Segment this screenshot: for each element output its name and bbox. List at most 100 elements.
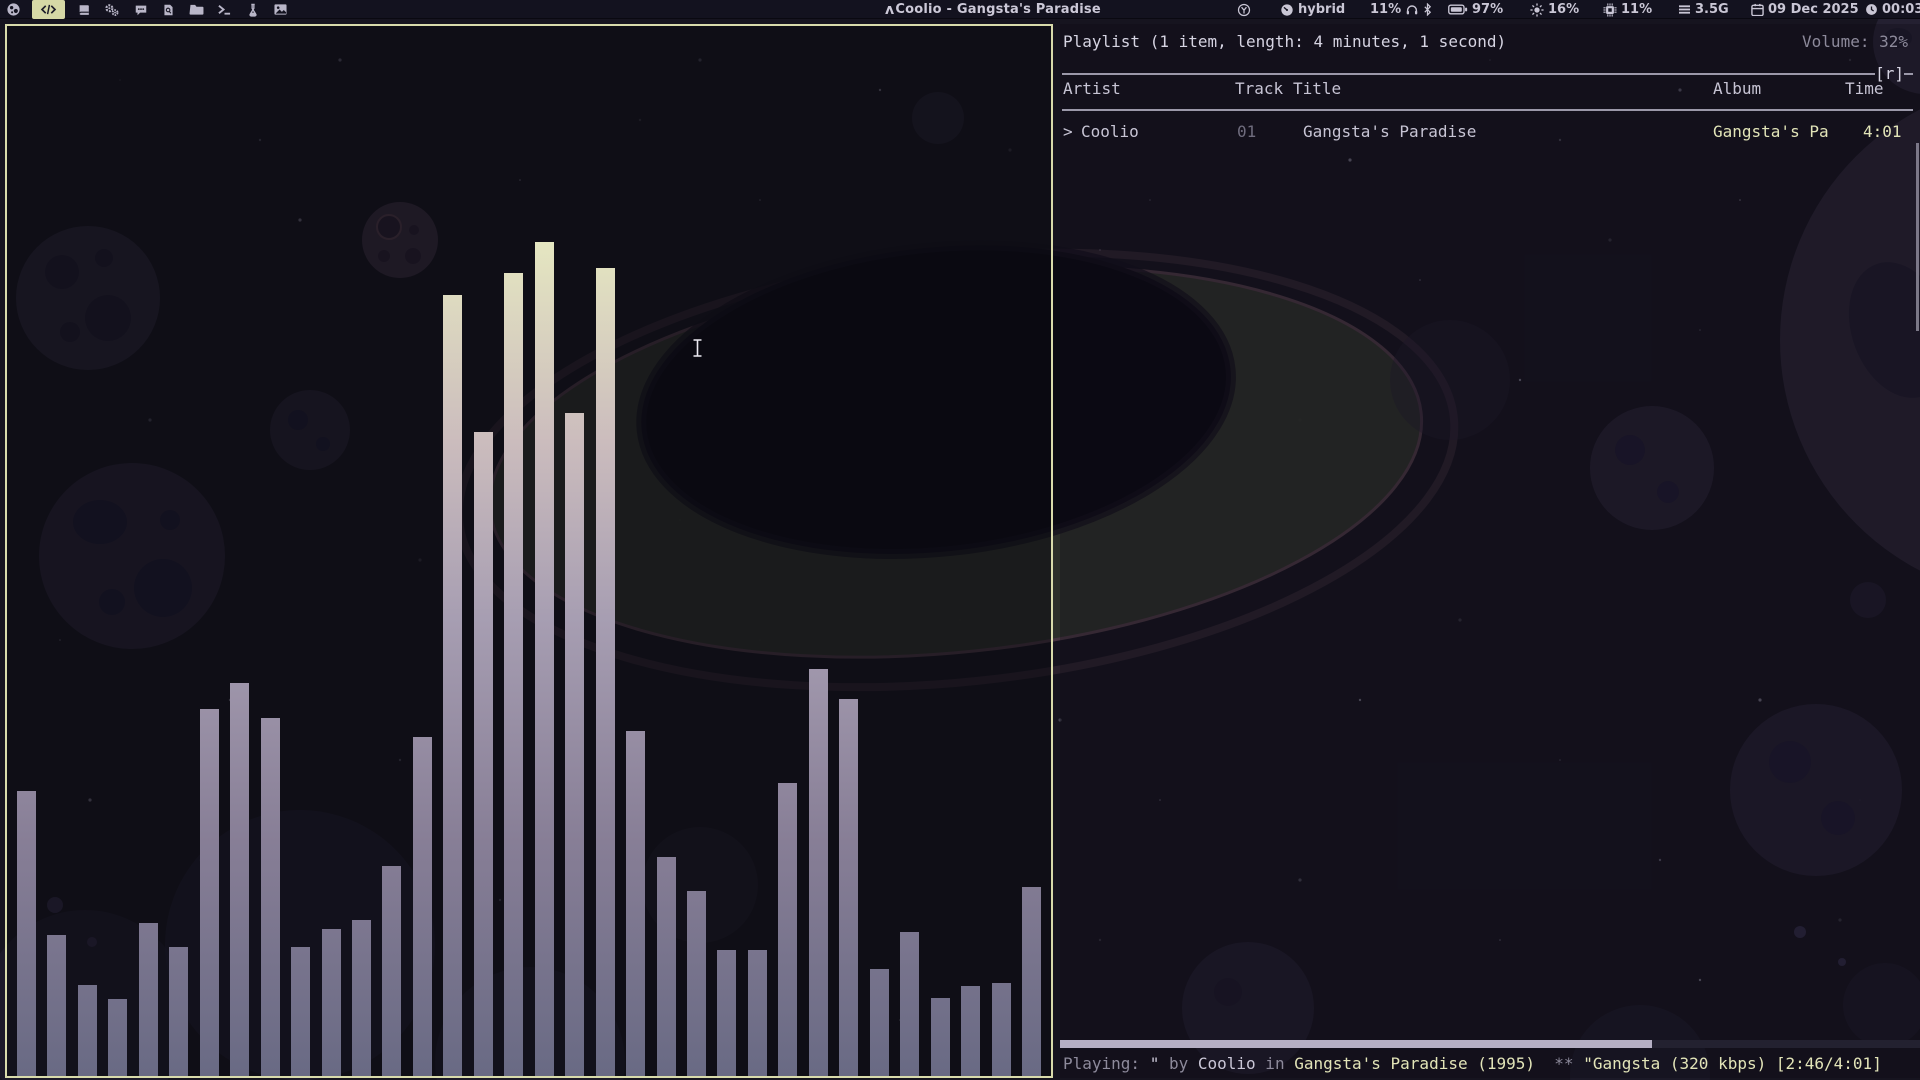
visualizer-bar: [596, 268, 615, 1076]
battery-value: 97%: [1472, 2, 1503, 17]
workspace-code[interactable]: [32, 0, 65, 19]
speedometer-icon: [1280, 3, 1294, 17]
row-time: 4:01: [1863, 122, 1902, 142]
status-performance-mode[interactable]: hybrid: [1280, 0, 1345, 19]
column-header-time: Time: [1845, 79, 1884, 99]
playlist-column-headers: Artist Track Title Album Time: [1060, 79, 1920, 99]
bluetooth-icon: [1423, 3, 1432, 16]
status-bar: ʌ Coolio - Gangsta's Paradise hybrid 11% 9…: [0, 0, 1920, 19]
playback-progress-fill: [1060, 1040, 1652, 1048]
header-rule: [1062, 109, 1913, 111]
column-header-title: Title: [1293, 79, 1341, 99]
column-header-album: Album: [1713, 79, 1761, 99]
layout-indicator: ʌ: [885, 2, 894, 18]
workspace-files[interactable]: [187, 0, 206, 19]
network-value: 3.5G: [1695, 2, 1729, 17]
folder-icon: [189, 3, 204, 16]
row-artist: Coolio: [1081, 122, 1139, 142]
moon-icon: [6, 2, 21, 17]
headphones-icon: [1405, 3, 1419, 16]
spectrum-bars: [7, 26, 1051, 1076]
scrollbar-thumb[interactable]: [1916, 143, 1919, 331]
network-icon: [1678, 4, 1691, 15]
workspace-lab[interactable]: [243, 0, 262, 19]
visualizer-bar: [565, 413, 584, 1076]
column-header-artist: Artist: [1063, 79, 1121, 99]
power-profile-icon: [1237, 3, 1251, 17]
visualizer-window[interactable]: [5, 24, 1053, 1078]
battery-icon: [1448, 4, 1468, 15]
playlist-row[interactable]: > Coolio 01 Gangsta's Paradise Gangsta's…: [1060, 122, 1920, 142]
status-time[interactable]: 00:03: [1865, 0, 1920, 19]
brightness-value: 16%: [1548, 2, 1579, 17]
visualizer-bar: [261, 718, 280, 1076]
status-text-segment: Coolio: [1198, 1054, 1256, 1073]
image-icon: [273, 3, 288, 16]
playback-progress-bar[interactable]: [1060, 1040, 1920, 1048]
workspace-switcher: [4, 0, 290, 19]
music-player-window[interactable]: Playlist (1 item, length: 4 minutes, 1 s…: [1060, 24, 1920, 1078]
visualizer-bar: [504, 273, 523, 1076]
file-search-icon: [162, 3, 175, 17]
status-brightness[interactable]: 16%: [1530, 0, 1579, 19]
status-battery[interactable]: 97%: [1448, 0, 1503, 19]
status-text-segment: by: [1159, 1054, 1198, 1073]
status-power-profile[interactable]: [1237, 0, 1251, 19]
visualizer-bar: [535, 242, 554, 1076]
visualizer-bar: [169, 947, 188, 1076]
time-value: 00:03: [1882, 2, 1920, 17]
status-text-segment: in: [1256, 1054, 1295, 1073]
cpu-value: 11%: [1621, 2, 1652, 17]
visualizer-bar: [900, 932, 919, 1076]
visualizer-bar: [778, 783, 797, 1076]
visualizer-bar: [200, 709, 219, 1076]
performance-mode-value: hybrid: [1298, 2, 1345, 17]
visualizer-bar: [139, 923, 158, 1076]
date-value: 09 Dec 2025: [1768, 2, 1859, 17]
visualizer-bar: [657, 857, 676, 1076]
playlist-summary: Playlist (1 item, length: 4 minutes, 1 s…: [1063, 32, 1506, 52]
status-cpu[interactable]: 11%: [1603, 0, 1652, 19]
calendar-icon: [1751, 3, 1764, 16]
status-date[interactable]: 09 Dec 2025: [1751, 0, 1859, 19]
workspace-media[interactable]: [271, 0, 290, 19]
text-cursor-pointer: [691, 338, 704, 362]
volume-indicator: Volume: 32%: [1802, 32, 1908, 52]
visualizer-bar: [992, 983, 1011, 1076]
status-text-segment: "Gangsta (320 kbps) [2:46/4:01]: [1583, 1054, 1882, 1073]
column-header-track: Track: [1235, 79, 1283, 99]
visualizer-bar: [291, 947, 310, 1076]
status-network[interactable]: 3.5G: [1678, 0, 1729, 19]
visualizer-bar: [382, 866, 401, 1076]
focused-window-title: ʌ Coolio - Gangsta's Paradise: [885, 0, 1101, 19]
workspace-system[interactable]: [102, 0, 122, 19]
visualizer-bar: [717, 950, 736, 1076]
visualizer-bar: [626, 731, 645, 1076]
separator-line-end: [1904, 73, 1913, 75]
visualizer-bar: [78, 985, 97, 1076]
status-text-segment: ": [1150, 1054, 1160, 1073]
status-text-segment: Playing:: [1063, 1054, 1150, 1073]
audio-value: 11%: [1370, 2, 1401, 17]
chat-icon: [134, 3, 148, 17]
row-title: Gangsta's Paradise: [1303, 122, 1476, 142]
book-icon: [77, 3, 91, 17]
workspace-chat[interactable]: [131, 0, 150, 19]
clock-icon: [1865, 3, 1878, 16]
terminal-icon: [217, 3, 232, 16]
visualizer-bar: [809, 669, 828, 1076]
visualizer-bar: [17, 791, 36, 1076]
status-text-segment: **: [1535, 1054, 1583, 1073]
workspace-terminal[interactable]: [215, 0, 234, 19]
visualizer-bar: [474, 432, 493, 1076]
visualizer-bar: [108, 999, 127, 1076]
visualizer-bar: [748, 950, 767, 1076]
chip-icon: [1603, 3, 1617, 17]
visualizer-bar: [687, 891, 706, 1076]
workspace-file-search[interactable]: [159, 0, 178, 19]
visualizer-bar: [230, 683, 249, 1076]
status-audio[interactable]: 11%: [1370, 0, 1432, 19]
workspace-main[interactable]: [4, 0, 23, 19]
workspace-docs[interactable]: [74, 0, 93, 19]
flask-icon: [247, 3, 259, 17]
